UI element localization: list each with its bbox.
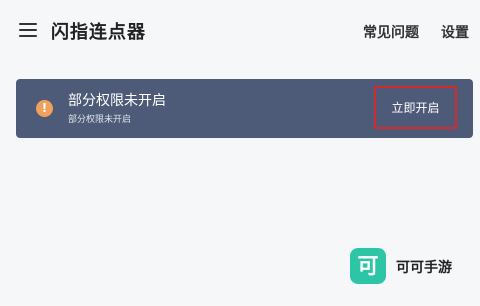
enable-now-button[interactable]: 立即开启 — [374, 86, 457, 129]
settings-link[interactable]: 设置 — [441, 22, 469, 42]
permission-banner: ! 部分权限未开启 部分权限未开启 立即开启 — [16, 79, 473, 138]
hamburger-menu-icon[interactable] — [19, 22, 37, 38]
app-title: 闪指连点器 — [51, 22, 146, 43]
banner-title: 部分权限未开启 — [68, 93, 166, 109]
warning-icon: ! — [36, 100, 53, 117]
faq-link[interactable]: 常见问题 — [363, 22, 419, 42]
enable-now-label: 立即开启 — [391, 101, 440, 115]
watermark-logo-icon: 可 — [350, 248, 386, 284]
banner-subtitle: 部分权限未开启 — [68, 115, 132, 125]
top-bar: 闪指连点器 常见问题 设置 — [0, 0, 480, 62]
watermark-text: 可可手游 — [396, 260, 452, 276]
